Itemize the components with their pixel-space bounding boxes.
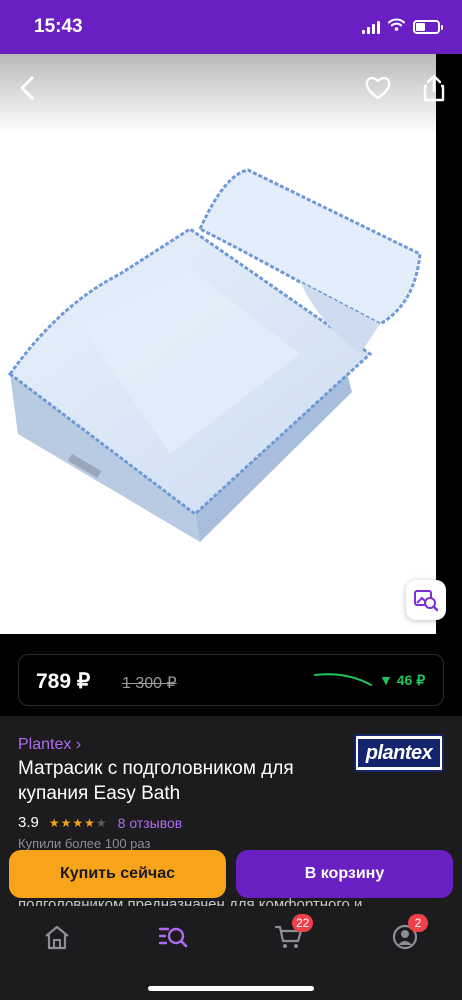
image-edge xyxy=(436,54,462,634)
price-bar[interactable]: 789 ₽ 1 300 ₽ ▼ 46 ₽ xyxy=(18,654,444,706)
status-icons xyxy=(362,18,443,36)
add-to-cart-button[interactable]: В корзину xyxy=(236,850,453,898)
brand-logo[interactable]: plantex xyxy=(354,734,444,772)
favorite-button[interactable] xyxy=(360,70,396,106)
share-button[interactable] xyxy=(416,70,452,106)
price-trend-icon xyxy=(314,673,372,686)
share-icon xyxy=(423,74,445,102)
product-image xyxy=(7,168,422,542)
home-indicator xyxy=(148,986,314,991)
brand-logo-text: plantex xyxy=(358,739,440,767)
chevron-left-icon xyxy=(20,76,34,100)
catalog-search-icon xyxy=(158,927,188,948)
current-price: 789 ₽ xyxy=(36,670,91,693)
product-image-gallery[interactable] xyxy=(0,54,436,634)
cart-badge: 22 xyxy=(292,914,314,932)
visual-search-button[interactable] xyxy=(406,580,446,620)
status-bar: 15:43 xyxy=(0,0,462,54)
purchase-count: Купили более 100 раз xyxy=(18,836,151,851)
tab-cart[interactable]: 22 xyxy=(272,914,314,954)
image-search-icon xyxy=(414,590,439,612)
rating-row[interactable]: 3.9 ★★★★★ 8 отзывов xyxy=(18,814,182,831)
seller-link[interactable]: Plantex › xyxy=(18,736,81,754)
tab-catalog[interactable] xyxy=(156,920,190,954)
wifi-icon xyxy=(388,18,405,36)
home-icon xyxy=(45,925,69,950)
buy-now-button[interactable]: Купить сейчас xyxy=(9,850,226,898)
rating-value: 3.9 xyxy=(18,814,39,831)
status-time: 15:43 xyxy=(34,16,83,37)
battery-icon xyxy=(413,20,443,34)
tab-home[interactable] xyxy=(40,920,74,954)
back-button[interactable] xyxy=(10,70,46,106)
tab-profile[interactable]: 2 xyxy=(388,914,428,954)
price-change: ▼ 46 ₽ xyxy=(379,672,426,688)
reviews-link[interactable]: 8 отзывов xyxy=(118,815,183,831)
rating-stars: ★★★★★ xyxy=(48,815,108,830)
profile-badge: 2 xyxy=(408,914,428,932)
heart-icon xyxy=(365,76,391,100)
product-title: Матрасик с подголовником для купания Eas… xyxy=(18,758,294,804)
old-price: 1 300 ₽ xyxy=(122,675,177,692)
signal-icon xyxy=(362,20,380,34)
